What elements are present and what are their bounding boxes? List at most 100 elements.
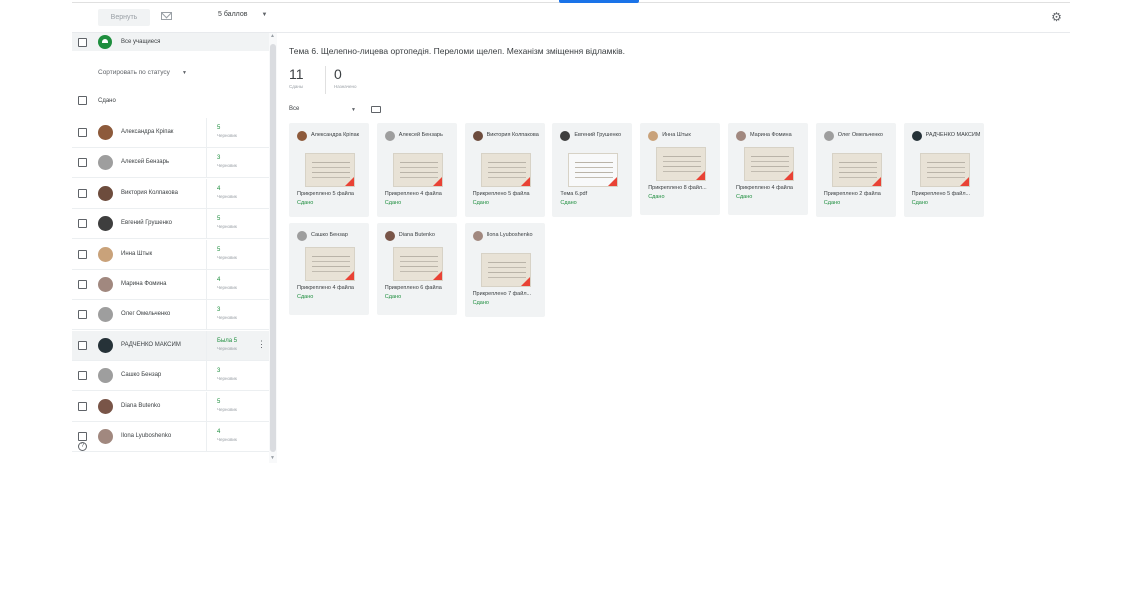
more-vert-icon[interactable]: ⋮ bbox=[257, 339, 266, 350]
attachment-thumbnail[interactable] bbox=[480, 253, 531, 287]
help-icon[interactable]: ? bbox=[78, 442, 87, 451]
grade-draft-label: Черновик bbox=[217, 133, 237, 138]
grade-cell[interactable]: 5 Черновик bbox=[206, 209, 270, 240]
submission-card[interactable]: Ilona Lyuboshenko Прикреплено 7 файл... Сд… bbox=[464, 223, 545, 317]
avatar bbox=[98, 155, 113, 171]
sort-select[interactable]: Сортировать по статусу ▼ bbox=[98, 69, 187, 76]
student-row[interactable]: Алексей Бензарь 3 Черновик bbox=[72, 148, 270, 179]
filter-select[interactable]: Все bbox=[289, 106, 299, 112]
avatar bbox=[736, 131, 746, 141]
student-row[interactable]: Diana Butenko 5 Черновик bbox=[72, 391, 270, 422]
chevron-down-icon[interactable]: ▼ bbox=[351, 107, 356, 113]
attachment-thumbnail[interactable] bbox=[480, 153, 531, 187]
chevron-down-icon: ▼ bbox=[261, 12, 268, 18]
handed-in-label: Сдано bbox=[98, 98, 116, 104]
grade-cell[interactable]: 4 Черновик bbox=[206, 422, 270, 452]
student-row[interactable]: Виктория Колпакова 4 Черновик bbox=[72, 178, 270, 209]
student-row[interactable]: Олег Омельченко 3 Черновик bbox=[72, 300, 270, 331]
attachment-thumbnail[interactable] bbox=[656, 147, 707, 181]
scrollbar-thumb[interactable] bbox=[270, 44, 276, 452]
avatar bbox=[911, 131, 922, 141]
avatar bbox=[297, 231, 307, 241]
student-row[interactable]: Марина Фомина 4 Черновик bbox=[72, 270, 270, 300]
return-button[interactable]: Вернуть bbox=[98, 9, 150, 26]
avatar bbox=[98, 216, 113, 232]
all-students-row[interactable]: Все учащиеся bbox=[72, 33, 270, 51]
card-student-name: Марина Фомина bbox=[750, 132, 792, 138]
student-row[interactable]: Инна Штык 5 Черновик bbox=[72, 239, 270, 270]
avatar bbox=[98, 307, 113, 323]
avatar bbox=[98, 246, 113, 262]
student-row[interactable]: Ilona Lyuboshenko 4 Черновик bbox=[72, 422, 270, 452]
student-checkbox[interactable] bbox=[78, 188, 87, 198]
submission-card[interactable]: Сашко Бензар Прикреплено 4 файла Сдано bbox=[289, 223, 369, 315]
student-row[interactable]: Александра Кріпак 5 Черновик bbox=[72, 118, 270, 148]
grade-draft-label: Черновик bbox=[217, 193, 237, 199]
handed-in-checkbox[interactable] bbox=[78, 96, 87, 105]
student-name: Виктория Колпакова bbox=[121, 189, 178, 196]
points-select[interactable]: 5 баллов ▼ bbox=[218, 11, 267, 18]
scroll-down-icon[interactable]: ▼ bbox=[270, 455, 275, 461]
scroll-up-icon[interactable]: ▲ bbox=[270, 33, 275, 39]
student-row[interactable]: Евгений Грушенко 5 Черновик bbox=[72, 209, 270, 240]
attachment-thumbnail[interactable] bbox=[392, 247, 443, 281]
submission-card[interactable]: Евгений Грушенко Тема 6.pdf Сдано bbox=[552, 123, 633, 217]
student-checkbox[interactable] bbox=[78, 158, 87, 168]
submission-card[interactable]: Марина Фомина Прикреплено 4 файла Сдано bbox=[728, 123, 808, 215]
status-badge: Сдано bbox=[384, 294, 402, 300]
grade-value: 5 bbox=[217, 216, 221, 223]
grade-value: 3 bbox=[217, 307, 221, 314]
student-checkbox[interactable] bbox=[78, 401, 87, 411]
student-checkbox[interactable] bbox=[78, 340, 87, 350]
grade-draft-label: Черновик bbox=[217, 345, 237, 351]
attachment-thumbnail[interactable] bbox=[305, 247, 355, 281]
card-student-name: Виктория Колпакова bbox=[486, 132, 539, 138]
grade-cell[interactable]: 3 Черновик bbox=[206, 300, 270, 331]
avatar bbox=[823, 131, 834, 141]
grade-cell[interactable]: 5 Черновик bbox=[206, 239, 270, 270]
student-checkbox[interactable] bbox=[78, 249, 87, 259]
submission-card[interactable]: Инна Штык Прикреплено 8 файл... Сдано bbox=[640, 123, 721, 215]
student-row[interactable]: РАДЧЕНКО МАКСИМ Была 5 Черновик ⋮ bbox=[72, 330, 270, 361]
attachment-count: Прикреплено 4 файла bbox=[297, 285, 354, 291]
grade-cell[interactable]: 4 Черновик bbox=[206, 178, 270, 209]
avatar bbox=[472, 231, 483, 241]
attachment-thumbnail[interactable] bbox=[305, 153, 355, 187]
attachment-thumbnail[interactable] bbox=[392, 153, 443, 187]
grade-cell[interactable]: 4 Черновик bbox=[206, 270, 270, 300]
submission-card[interactable]: Олег Омельченко Прикреплено 2 файла Сдано bbox=[815, 123, 896, 217]
attachment-thumbnail[interactable] bbox=[568, 153, 619, 187]
student-checkbox[interactable] bbox=[78, 280, 87, 289]
mail-icon[interactable] bbox=[161, 12, 172, 20]
grade-cell[interactable]: 5 Черновик bbox=[206, 391, 270, 422]
card-student-name: Олег Омельченко bbox=[837, 132, 883, 138]
grade-cell[interactable]: 5 Черновик bbox=[206, 118, 270, 148]
assigned-stat: 0 Назначено bbox=[334, 66, 357, 89]
submission-card[interactable]: Алексей Бензарь Прикреплено 4 файла Сдано bbox=[376, 123, 457, 217]
status-badge: Сдано bbox=[823, 200, 841, 206]
submission-card[interactable]: Александра Кріпак Прикреплено 5 файла Сдан… bbox=[289, 123, 369, 217]
student-row[interactable]: Сашко Бензар 3 Черновик bbox=[72, 361, 270, 392]
student-checkbox[interactable] bbox=[78, 128, 87, 137]
gear-icon[interactable]: ⚙ bbox=[1051, 11, 1062, 23]
avatar bbox=[560, 131, 571, 141]
student-checkbox[interactable] bbox=[78, 371, 87, 381]
submission-card[interactable]: Виктория Колпакова Прикреплено 5 файла Сда… bbox=[464, 123, 545, 217]
attachment-thumbnail[interactable] bbox=[744, 147, 794, 181]
all-students-checkbox[interactable] bbox=[78, 38, 87, 47]
grade-value: 3 bbox=[217, 368, 221, 375]
grade-cell[interactable]: 3 Черновик bbox=[206, 361, 270, 392]
student-checkbox[interactable] bbox=[78, 310, 87, 320]
card-student-name: Diana Butenko bbox=[398, 232, 435, 238]
student-checkbox[interactable] bbox=[78, 219, 87, 229]
submission-card[interactable]: Diana Butenko Прикреплено 6 файла Сдано bbox=[376, 223, 457, 315]
attachment-thumbnail[interactable] bbox=[831, 153, 882, 187]
grade-cell[interactable]: 3 Черновик bbox=[206, 148, 270, 179]
submission-card[interactable]: РАДЧЕНКО МАКСИМ Прикреплено 5 файл... Сдан… bbox=[903, 123, 984, 217]
status-badge: Сдано bbox=[472, 300, 489, 306]
attachment-count: Прикреплено 4 файла bbox=[736, 185, 793, 191]
folder-icon[interactable] bbox=[371, 106, 381, 113]
attachment-thumbnail[interactable] bbox=[919, 153, 970, 187]
status-badge: Сдано bbox=[560, 200, 577, 206]
student-checkbox[interactable] bbox=[78, 432, 87, 441]
